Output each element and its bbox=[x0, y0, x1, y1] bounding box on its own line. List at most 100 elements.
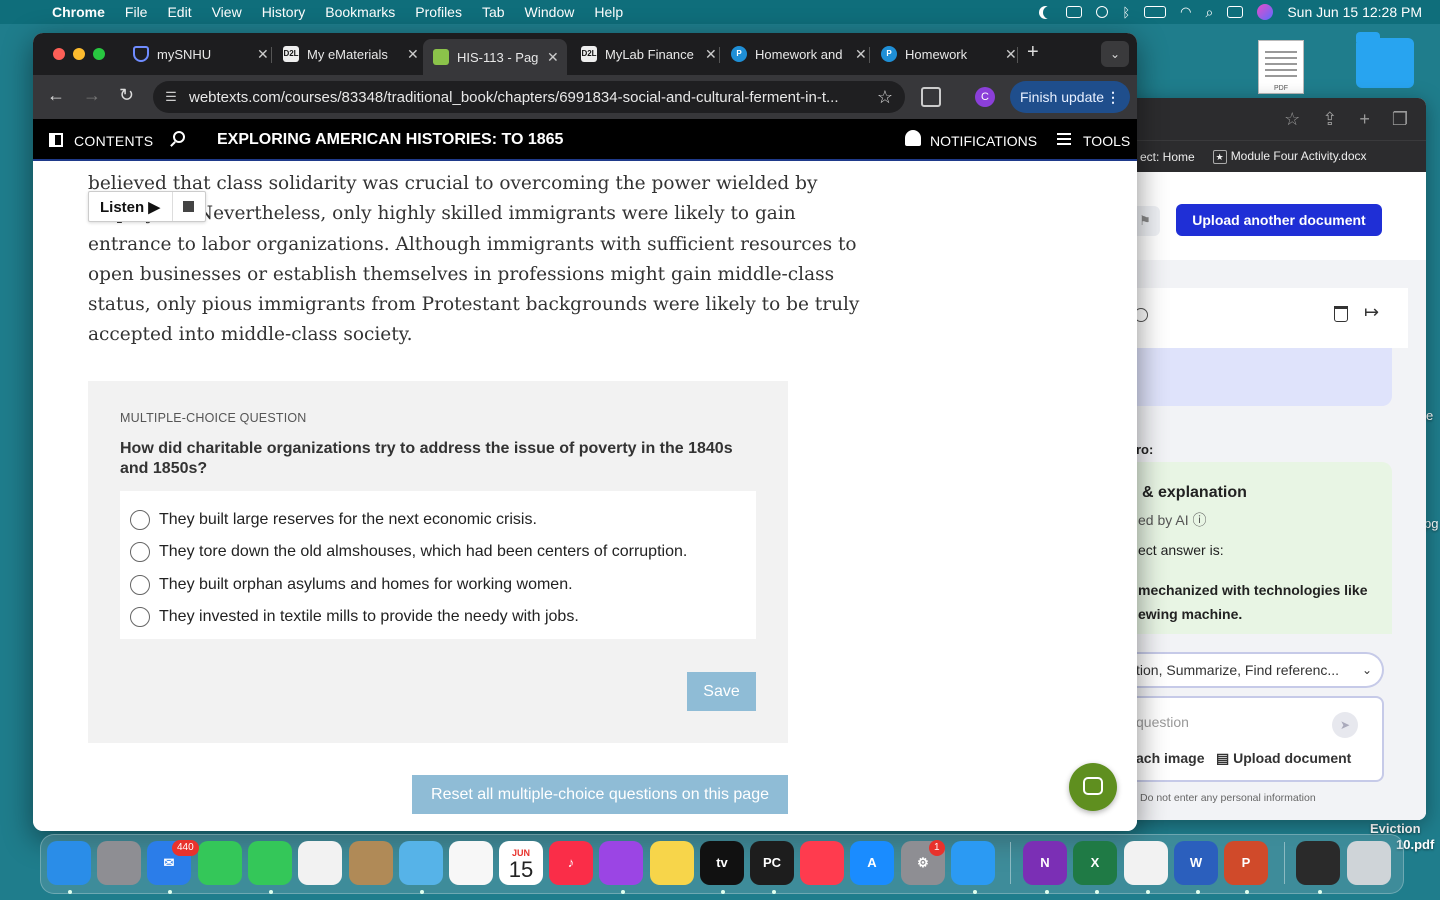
desktop-folder-icon[interactable] bbox=[1356, 32, 1414, 88]
menu-window[interactable]: Window bbox=[515, 4, 585, 20]
close-tab-icon[interactable]: ✕ bbox=[407, 46, 419, 63]
dock-contacts-icon[interactable] bbox=[349, 841, 393, 885]
bookmark-module-four[interactable]: ★ Module Four Activity.docx bbox=[1212, 149, 1367, 164]
tab-mylab-finance[interactable]: D2L MyLab Finance ✕ bbox=[581, 39, 717, 69]
close-window-button[interactable] bbox=[53, 48, 65, 60]
dock-powerpoint-icon[interactable]: P bbox=[1224, 841, 1268, 885]
menu-icon[interactable] bbox=[1057, 133, 1071, 145]
answer-option-4[interactable]: They invested in textile mills to provid… bbox=[130, 606, 579, 628]
site-settings-icon[interactable]: ☰ bbox=[153, 89, 189, 105]
dock-photos-icon[interactable] bbox=[298, 841, 342, 885]
siri-icon[interactable] bbox=[1257, 4, 1274, 20]
dock-launchpad-icon[interactable] bbox=[97, 841, 141, 885]
radio-button[interactable] bbox=[130, 607, 150, 627]
zoom-window-button[interactable] bbox=[93, 48, 105, 60]
background-browser-window[interactable]: ☆ ⇪ + ❐ ect: Home ★ Module Four Activity.… bbox=[1120, 98, 1426, 820]
new-tab-plus-icon[interactable]: + bbox=[1359, 109, 1370, 130]
dock-tv-icon[interactable]: tv bbox=[700, 841, 744, 885]
dock-trash-icon[interactable] bbox=[1347, 841, 1391, 885]
finish-update-button[interactable]: Finish update ⋮ bbox=[1010, 81, 1130, 113]
contents-button[interactable]: CONTENTS bbox=[74, 133, 153, 149]
menu-help[interactable]: Help bbox=[584, 4, 633, 20]
ask-question-box[interactable]: question ➤ ach image ▤ Upload document bbox=[1120, 696, 1384, 782]
close-tab-icon[interactable]: ✕ bbox=[705, 46, 717, 63]
extensions-puzzle-icon[interactable] bbox=[921, 87, 941, 107]
tab-his-113-active[interactable]: HIS-113 - Page ✕ bbox=[423, 39, 567, 75]
dock-music-icon[interactable]: ♪ bbox=[549, 841, 593, 885]
reload-icon[interactable]: ↻ bbox=[119, 85, 134, 106]
close-tab-icon[interactable]: ✕ bbox=[547, 49, 559, 66]
dock-word-icon[interactable]: W bbox=[1174, 841, 1218, 885]
tab-search-chevron-icon[interactable]: ⌄ bbox=[1101, 41, 1129, 67]
action-select-dropdown[interactable]: tion, Summarize, Find referenc... ⌄ bbox=[1120, 652, 1384, 688]
radio-button[interactable] bbox=[130, 575, 150, 595]
dock-app-store-icon[interactable]: A bbox=[850, 841, 894, 885]
save-button[interactable]: Save bbox=[687, 672, 756, 711]
radio-button[interactable] bbox=[130, 542, 150, 562]
spotlight-search-icon[interactable]: ⌕ bbox=[1206, 4, 1214, 21]
menu-history[interactable]: History bbox=[252, 4, 316, 20]
bookmark-star-icon[interactable]: ☆ bbox=[1284, 109, 1300, 130]
menu-view[interactable]: View bbox=[202, 4, 252, 20]
upload-another-document-button[interactable]: Upload another document bbox=[1176, 204, 1382, 236]
attach-image-button[interactable]: ach image bbox=[1136, 750, 1204, 766]
tabs-overview-icon[interactable]: ❐ bbox=[1392, 109, 1408, 130]
dock-finder-icon[interactable] bbox=[47, 841, 91, 885]
answer-option-3[interactable]: They built orphan asylums and homes for … bbox=[130, 574, 573, 596]
dock-podcasts-icon[interactable] bbox=[599, 841, 643, 885]
dock-terminal-icon[interactable] bbox=[1296, 841, 1340, 885]
answer-option-2[interactable]: They tore down the old almshouses, which… bbox=[130, 541, 687, 563]
book-icon[interactable] bbox=[49, 133, 63, 147]
menu-edit[interactable]: Edit bbox=[157, 4, 201, 20]
address-bar[interactable]: ☰ webtexts.com/courses/83348/traditional… bbox=[153, 81, 905, 113]
desktop-pdf-file-icon[interactable]: PDF bbox=[1258, 40, 1304, 94]
minimize-window-button[interactable] bbox=[73, 48, 85, 60]
battery-icon[interactable] bbox=[1144, 6, 1167, 18]
bookmark-star-icon[interactable]: ☆ bbox=[865, 87, 905, 108]
menu-app-name[interactable]: Chrome bbox=[52, 4, 115, 20]
chat-support-button[interactable] bbox=[1069, 763, 1117, 811]
dock-maps-icon[interactable] bbox=[399, 841, 443, 885]
forward-arrow-icon[interactable]: → bbox=[83, 85, 101, 106]
dock-excel-icon[interactable]: X bbox=[1073, 841, 1117, 885]
menubar-clock[interactable]: Sun Jun 15 12:28 PM bbox=[1287, 4, 1422, 20]
bookmark-home[interactable]: ect: Home bbox=[1140, 150, 1195, 164]
dock-chrome-icon[interactable] bbox=[1124, 841, 1168, 885]
reset-all-questions-button[interactable]: Reset all multiple-choice questions on t… bbox=[412, 775, 788, 814]
profile-avatar[interactable]: C bbox=[975, 87, 995, 107]
search-icon[interactable] bbox=[173, 131, 185, 143]
share-icon[interactable]: ⇪ bbox=[1322, 109, 1337, 130]
menu-file[interactable]: File bbox=[115, 4, 158, 20]
bell-icon[interactable] bbox=[905, 130, 921, 146]
focus-moon-icon[interactable] bbox=[1043, 6, 1056, 19]
control-center-icon[interactable] bbox=[1227, 6, 1244, 18]
send-arrow-icon[interactable]: ➤ bbox=[1332, 712, 1358, 738]
menu-profiles[interactable]: Profiles bbox=[405, 4, 472, 20]
stop-button[interactable] bbox=[171, 192, 205, 221]
tab-homework[interactable]: P Homework ✕ bbox=[881, 39, 1017, 69]
radio-button[interactable] bbox=[130, 510, 150, 530]
dock-calendar-icon[interactable]: JUN 15 bbox=[499, 841, 543, 885]
collapse-panel-icon[interactable]: ↦ bbox=[1364, 302, 1379, 323]
back-arrow-icon[interactable]: ← bbox=[47, 85, 65, 106]
close-tab-icon[interactable]: ✕ bbox=[1005, 46, 1017, 63]
bluetooth-icon[interactable]: ᛒ bbox=[1122, 5, 1130, 20]
wifi-icon[interactable]: ◠ bbox=[1180, 4, 1191, 20]
display-icon[interactable] bbox=[1066, 6, 1083, 18]
tab-my-ematerials[interactable]: D2L My eMaterials ✕ bbox=[283, 39, 419, 69]
close-tab-icon[interactable]: ✕ bbox=[257, 46, 269, 63]
dock-reminders-icon[interactable] bbox=[449, 841, 493, 885]
dock-notes-icon[interactable] bbox=[650, 841, 694, 885]
dock-facetime-icon[interactable] bbox=[198, 841, 242, 885]
menu-bookmarks[interactable]: Bookmarks bbox=[315, 4, 405, 20]
close-tab-icon[interactable]: ✕ bbox=[855, 46, 867, 63]
notifications-button[interactable]: NOTIFICATIONS bbox=[930, 133, 1037, 149]
dock-pycharm-icon[interactable]: PC bbox=[750, 841, 794, 885]
menu-tab[interactable]: Tab bbox=[472, 4, 515, 20]
screen-record-icon[interactable] bbox=[1096, 6, 1109, 18]
trash-icon[interactable] bbox=[1334, 306, 1348, 322]
dock-safari-icon[interactable] bbox=[951, 841, 995, 885]
tab-mysnhu[interactable]: mySNHU ✕ bbox=[133, 39, 269, 69]
tools-button[interactable]: TOOLS bbox=[1083, 133, 1130, 149]
dock-news-icon[interactable] bbox=[800, 841, 844, 885]
